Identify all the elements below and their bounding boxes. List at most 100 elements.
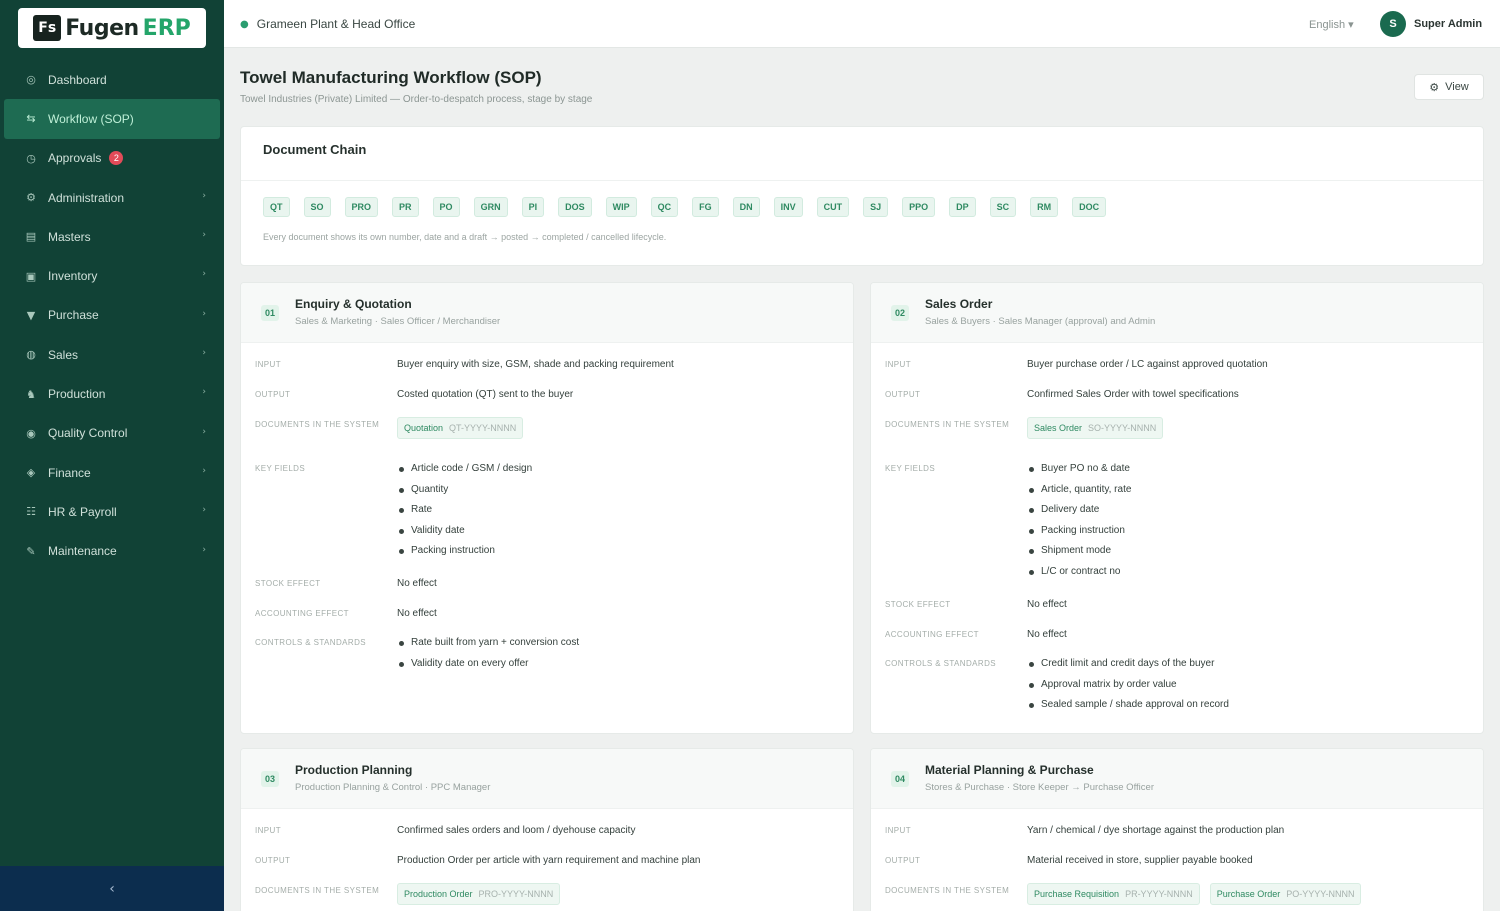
sidebar: Fs Fugen ERP ◎ Dashboard ⇆ Workflow (SOP)… — [0, 0, 224, 911]
row-label: OUTPUT — [255, 856, 291, 865]
dashboard-icon: ◎ — [26, 73, 36, 87]
chevron-left-icon: ‹ — [109, 880, 115, 897]
document-chain-card: Document Chain QT SO PRO PR PO GRN PI DO… — [240, 126, 1484, 266]
doc-chip[interactable]: DP — [949, 197, 976, 217]
sidebar-item-workflow[interactable]: ⇆ Workflow (SOP) — [4, 99, 220, 139]
doc-chip[interactable]: FG — [692, 197, 719, 217]
org-name: Grameen Plant & Head Office — [256, 17, 416, 31]
page-title: Towel Manufacturing Workflow (SOP) — [240, 68, 542, 87]
doc-chip[interactable]: RM — [1030, 197, 1059, 217]
stage-card-material-planning: 04 Material Planning & Purchase Stores &… — [870, 748, 1484, 911]
sidebar-item-label: Approvals — [48, 151, 102, 166]
sidebar-item-quality-control[interactable]: ◉ Quality Control › — [0, 414, 224, 453]
list-item: Packing instruction — [397, 541, 837, 562]
row-value: Costed quotation (QT) sent to the buyer — [397, 389, 574, 400]
sidebar-item-finance[interactable]: ◈ Finance › — [0, 453, 224, 492]
list-item: Rate built from yarn + conversion cost — [397, 633, 837, 654]
user-name[interactable]: Super Admin — [1414, 18, 1482, 30]
logo-text: Fugen — [65, 15, 139, 41]
key-fields-list: Article code / GSM / design Quantity Rat… — [397, 459, 837, 562]
doc-chip[interactable]: SJ — [863, 197, 889, 217]
list-item: L/C or contract no — [1027, 562, 1467, 583]
stage-header: 04 Material Planning & Purchase Stores &… — [871, 749, 1483, 809]
doc-chip[interactable]: PO — [432, 197, 460, 217]
doc-chip[interactable]: SO — [303, 197, 331, 217]
list-item: Sealed sample / shade approval on record — [1027, 695, 1467, 716]
chevron-right-icon: › — [202, 308, 206, 319]
row-value: Production Order PRO-YYYY-NNNN — [397, 883, 837, 905]
doc-chip[interactable]: DOC — [1072, 197, 1107, 217]
document-code: QT-YYYY-NNNN — [449, 423, 517, 433]
finance-icon: ◈ — [26, 466, 36, 480]
doc-chip[interactable]: PR — [392, 197, 419, 217]
sidebar-item-dashboard[interactable]: ◎ Dashboard — [0, 60, 224, 99]
row-label: OUTPUT — [885, 390, 921, 399]
document-pill[interactable]: Production Order PRO-YYYY-NNNN — [397, 883, 561, 905]
document-pill[interactable]: Quotation QT-YYYY-NNNN — [397, 417, 524, 439]
doc-chip[interactable]: DOS — [558, 197, 592, 217]
inventory-icon: ▣ — [25, 269, 37, 283]
sidebar-item-hr-payroll[interactable]: ☷ HR & Payroll › — [0, 492, 224, 531]
doc-chip[interactable]: PRO — [344, 197, 379, 217]
chevron-right-icon: › — [202, 348, 206, 359]
doc-chip[interactable]: INV — [773, 197, 803, 217]
sidebar-item-masters[interactable]: ▤ Masters › — [0, 217, 224, 256]
doc-chip[interactable]: QC — [650, 197, 679, 217]
row-label: INPUT — [255, 826, 281, 835]
org-selector[interactable]: ● Grameen Plant & Head Office — [240, 17, 415, 31]
chevron-right-icon: › — [202, 505, 206, 516]
chevron-right-icon: › — [202, 387, 206, 398]
location-dot-icon: ● — [240, 18, 249, 30]
approvals-icon: ◷ — [26, 151, 36, 165]
doc-chip[interactable]: WIP — [605, 197, 637, 217]
row-label: CONTROLS & STANDARDS — [255, 638, 366, 647]
sidebar-item-production[interactable]: ♞ Production › — [0, 374, 224, 413]
list-item: Credit limit and credit days of the buye… — [1027, 654, 1467, 675]
doc-chip[interactable]: SC — [989, 197, 1017, 217]
list-item: Buyer PO no & date — [1027, 459, 1467, 480]
avatar[interactable]: S — [1380, 11, 1406, 37]
stage-header: 02 Sales Order Sales & Buyers · Sales Ma… — [871, 283, 1483, 343]
document-code: PRO-YYYY-NNNN — [478, 889, 554, 899]
doc-chip[interactable]: GRN — [473, 197, 508, 217]
key-fields-list: Buyer PO no & date Article, quantity, ra… — [1027, 459, 1467, 582]
row-value: No effect — [397, 608, 437, 619]
quality-icon: ◉ — [26, 426, 36, 440]
row-value: Quotation QT-YYYY-NNNN — [397, 417, 837, 439]
row-value: No effect — [1027, 629, 1067, 640]
row-value: Buyer PO no & date Article, quantity, ra… — [1027, 459, 1467, 582]
sidebar-item-label: Quality Control — [48, 426, 128, 441]
document-pill[interactable]: Sales Order SO-YYYY-NNNN — [1027, 417, 1164, 439]
sidebar-item-approvals[interactable]: ◷ Approvals 2 — [0, 139, 224, 178]
divider — [241, 180, 1483, 181]
doc-chip[interactable]: DN — [732, 197, 760, 217]
sidebar-item-purchase[interactable]: ▼ Purchase › — [0, 296, 224, 335]
sidebar-item-administration[interactable]: ⚙ Administration › — [0, 178, 224, 217]
doc-chip[interactable]: PPO — [902, 197, 936, 217]
list-item: Approval matrix by order value — [1027, 675, 1467, 696]
doc-chip[interactable]: CUT — [816, 197, 850, 217]
document-pill[interactable]: Purchase Order PO-YYYY-NNNN — [1209, 883, 1362, 905]
document-name: Sales Order — [1034, 423, 1083, 433]
doc-chip[interactable]: PI — [521, 197, 545, 217]
stage-title: Sales Order — [925, 297, 993, 311]
document-chain-note: Every document shows its own number, dat… — [263, 232, 667, 242]
language-selector[interactable]: English ▾ — [1309, 18, 1354, 31]
sidebar-item-label: Sales — [48, 347, 79, 362]
list-item: Rate — [397, 500, 837, 521]
hr-icon: ☷ — [26, 505, 36, 519]
row-value: Production Order per article with yarn r… — [397, 855, 701, 866]
sidebar-item-inventory[interactable]: ▣ Inventory › — [0, 256, 224, 295]
row-value: Confirmed sales orders and loom / dyehou… — [397, 825, 636, 836]
doc-chip[interactable]: QT — [263, 197, 290, 217]
sidebar-collapse-button[interactable]: ‹ — [0, 866, 224, 911]
sidebar-item-maintenance[interactable]: ✎ Maintenance › — [0, 532, 224, 571]
maintenance-icon: ✎ — [26, 544, 36, 558]
document-pill[interactable]: Purchase Requisition PR-YYYY-NNNN — [1027, 883, 1200, 905]
document-name: Production Order — [404, 889, 473, 899]
app-logo[interactable]: Fs Fugen ERP — [18, 8, 206, 48]
row-label: OUTPUT — [255, 390, 291, 399]
page-subtitle: Towel Industries (Private) Limited — Ord… — [240, 94, 593, 105]
view-button[interactable]: ⚙ View — [1414, 74, 1484, 100]
sidebar-item-sales[interactable]: ◍ Sales › — [0, 335, 224, 374]
